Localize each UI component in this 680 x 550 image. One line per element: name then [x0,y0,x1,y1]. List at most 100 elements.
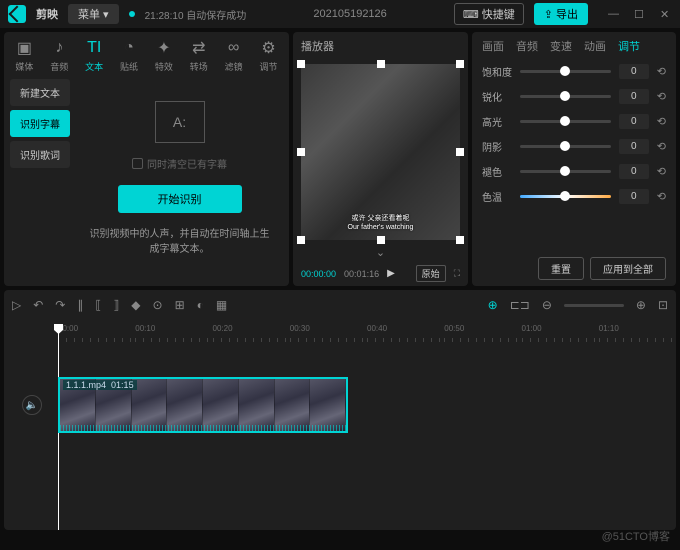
tab-audio[interactable]: ♪音频 [43,38,76,73]
slider-thumb[interactable] [560,66,570,76]
slider-thumb[interactable] [560,141,570,151]
menu-button[interactable]: 菜单 ▾ [68,4,119,24]
play-button[interactable]: ▶ [387,268,395,279]
ratio-button[interactable]: 原始 [416,265,446,282]
reset-icon[interactable]: ⟲ [657,115,666,128]
undo-button[interactable]: ↶ [33,298,43,312]
slider-value[interactable]: 0 [619,114,649,129]
delete-right-tool[interactable]: ⟧ [113,298,119,312]
minimize-button[interactable]: — [608,8,620,20]
recognition-frame-icon: A: [155,102,205,142]
split-tool[interactable]: ∥ [77,298,83,312]
slider-track[interactable] [520,120,611,123]
video-preview[interactable]: 或许 父亲还看着呢 Our father's watching [301,64,460,240]
preview-frame: 或许 父亲还看着呢 Our father's watching [301,64,460,240]
tool-icon[interactable]: ▦ [216,298,227,312]
redo-button[interactable]: ↷ [55,298,65,312]
rtab-animation[interactable]: 动画 [584,38,606,54]
video-clip[interactable]: 1.1.1.mp4 01:15 [58,377,348,433]
align-tool[interactable]: ⊏⊐ [510,298,530,312]
zoom-out-button[interactable]: ⊖ [542,298,552,312]
reset-icon[interactable]: ⟲ [657,140,666,153]
app-logo [8,5,26,23]
slider-track[interactable] [520,170,611,173]
slider-track[interactable] [520,195,611,198]
close-button[interactable]: ✕ [660,8,672,20]
slider-value[interactable]: 0 [619,189,649,204]
maximize-button[interactable]: ☐ [634,8,646,20]
tool-icon[interactable]: ◐ [197,298,204,312]
pointer-tool[interactable]: ▷ [12,298,21,312]
fullscreen-button[interactable]: ⛶ [454,268,460,279]
resize-handle[interactable] [456,236,464,244]
reset-icon[interactable]: ⟲ [657,90,666,103]
delete-left-tool[interactable]: ⟦ [95,298,101,312]
slider-value[interactable]: 0 [619,64,649,79]
status-dot [129,11,135,17]
resize-handle[interactable] [377,60,385,68]
keyboard-icon: ⌨ [463,8,479,21]
window-controls: — ☐ ✕ [608,8,672,20]
tool-icon[interactable]: ◆ [131,298,140,312]
resize-handle[interactable] [297,60,305,68]
tab-transition[interactable]: ⇄转场 [182,38,215,73]
resize-handle[interactable] [297,236,305,244]
reset-button[interactable]: 重置 [538,257,584,280]
rtab-speed[interactable]: 变速 [550,38,572,54]
sticker-icon: ◔ [119,38,139,58]
titlebar: 剪映 菜单 ▾ 21:28:10 自动保存成功 202105192126 ⌨ 快… [0,0,680,28]
slider-thumb[interactable] [560,116,570,126]
sidebar-recognize-subtitle[interactable]: 识别字幕 [10,110,70,137]
timeline-toolbar: ▷ ↶ ↷ ∥ ⟦ ⟧ ◆ ⊙ ⊞ ◐ ▦ ⊕ ⊏⊐ ⊖ ⊕ ⊡ [4,290,676,320]
watermark: @51CTO博客 [602,528,670,544]
slider-value[interactable]: 0 [619,89,649,104]
snap-tool[interactable]: ⊕ [488,298,498,312]
category-tabs: ▣媒体 ♪音频 TI文本 ◔贴纸 ✦特效 ⇄转场 ∞滤镜 ⚙调节 [4,32,289,73]
property-tabs: 画面 音频 变速 动画 调节 [472,32,676,60]
preview-dropdown[interactable]: ⌄ [293,244,468,261]
export-button[interactable]: ⇪ 导出 [534,3,588,25]
slider-value[interactable]: 0 [619,139,649,154]
slider-sharpen: 锐化0⟲ [482,89,666,104]
time-ruler[interactable]: 00:00 00:10 00:20 00:30 00:40 00:50 01:0… [4,320,676,337]
start-recognition-button[interactable]: 开始识别 [118,185,242,213]
slider-thumb[interactable] [560,91,570,101]
resize-handle[interactable] [377,236,385,244]
tab-filter[interactable]: ∞滤镜 [217,38,250,73]
slider-thumb[interactable] [560,191,570,201]
zoom-in-button[interactable]: ⊕ [636,298,646,312]
resize-handle[interactable] [456,148,464,156]
slider-highlight: 高光0⟲ [482,114,666,129]
current-time: 00:00:00 [301,269,336,279]
slider-track[interactable] [520,70,611,73]
rtab-audio[interactable]: 音频 [516,38,538,54]
clear-existing-checkbox[interactable]: 同时清空已有字幕 [132,156,227,171]
tab-text[interactable]: TI文本 [78,38,111,73]
rtab-picture[interactable]: 画面 [482,38,504,54]
slider-saturation: 饱和度0⟲ [482,64,666,79]
mute-button[interactable]: 🔈 [22,395,42,415]
zoom-slider[interactable] [564,304,624,307]
reset-icon[interactable]: ⟲ [657,165,666,178]
tab-sticker[interactable]: ◔贴纸 [113,38,146,73]
sidebar-recognize-lyrics[interactable]: 识别歌词 [10,141,70,168]
timeline[interactable]: 00:00 00:10 00:20 00:30 00:40 00:50 01:0… [4,320,676,530]
slider-track[interactable] [520,145,611,148]
tool-icon[interactable]: ⊙ [153,298,163,312]
sidebar-new-text[interactable]: 新建文本 [10,79,70,106]
slider-thumb[interactable] [560,166,570,176]
tab-adjust[interactable]: ⚙调节 [252,38,285,73]
rtab-adjust[interactable]: 调节 [618,38,640,54]
tab-media[interactable]: ▣媒体 [8,38,41,73]
resize-handle[interactable] [297,148,305,156]
tool-icon[interactable]: ⊞ [175,298,185,312]
zoom-fit-button[interactable]: ⊡ [658,298,668,312]
tab-effect[interactable]: ✦特效 [148,38,181,73]
shortcut-button[interactable]: ⌨ 快捷键 [454,3,524,25]
reset-icon[interactable]: ⟲ [657,190,666,203]
slider-value[interactable]: 0 [619,164,649,179]
apply-all-button[interactable]: 应用到全部 [590,257,666,280]
slider-track[interactable] [520,95,611,98]
reset-icon[interactable]: ⟲ [657,65,666,78]
resize-handle[interactable] [456,60,464,68]
